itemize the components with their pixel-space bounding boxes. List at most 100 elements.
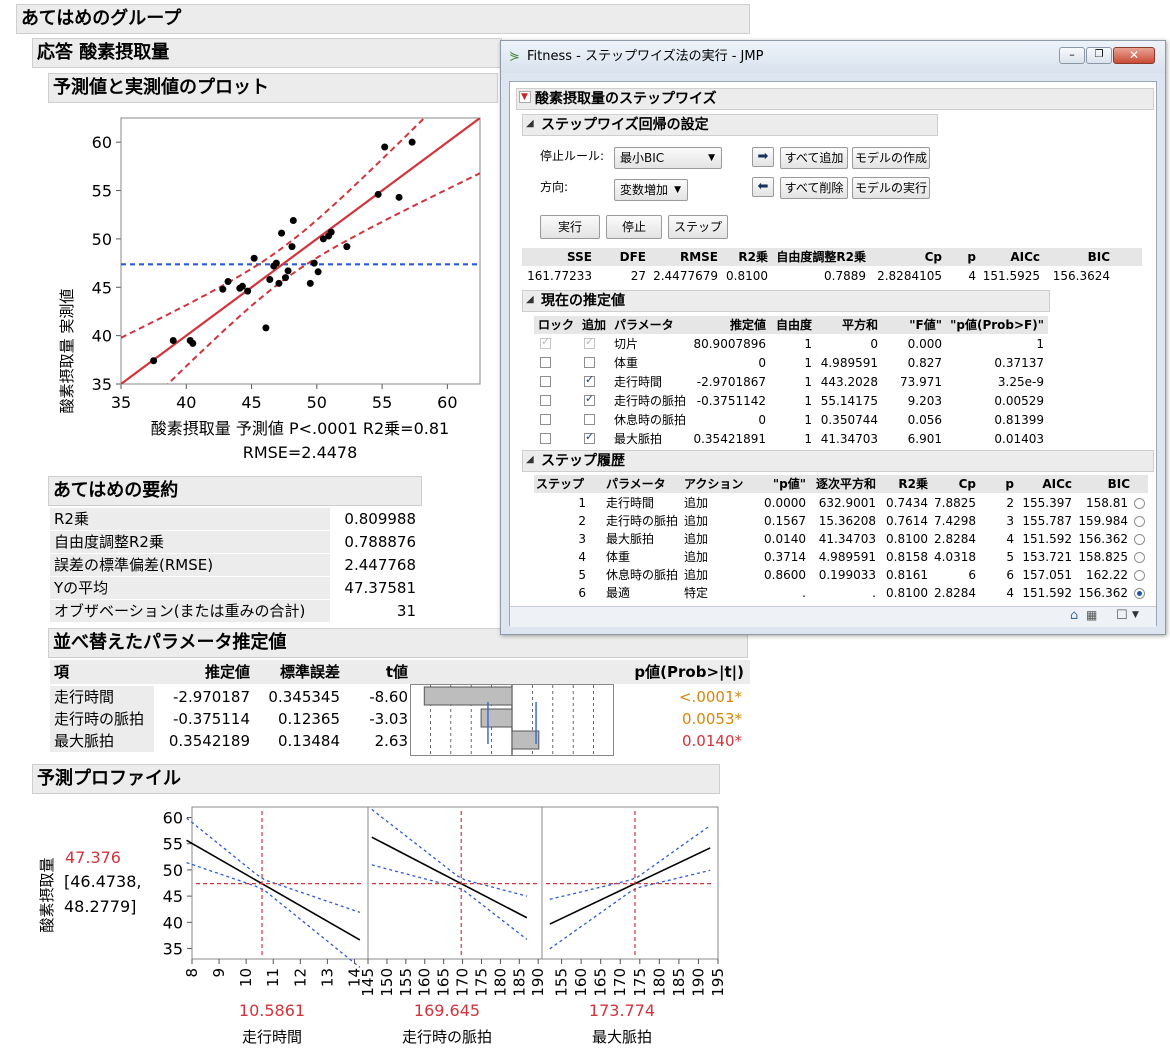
profiler-x-tick-label: 10 xyxy=(237,968,255,987)
params-col-header: 標準誤差 xyxy=(279,663,340,681)
param-estimate: -2.970187 xyxy=(173,688,250,706)
history-bic-value: 156.362 xyxy=(1078,586,1128,600)
selection-box-icon[interactable]: ☐ xyxy=(1116,608,1128,623)
enter-checkbox[interactable] xyxy=(584,335,595,349)
history-col-header: BIC xyxy=(1107,477,1130,491)
window-title: Fitness - ステップワイズ法の実行 - JMP xyxy=(527,49,764,64)
data-point xyxy=(395,193,403,201)
data-point xyxy=(238,282,246,290)
profiler-title[interactable]: 予測プロファイル xyxy=(32,764,720,794)
enter-checkbox[interactable] xyxy=(584,373,595,387)
step-history-header[interactable]: ステップ履歴 xyxy=(522,450,1154,472)
current-p-value: 0.01403 xyxy=(994,432,1044,446)
remove-all-button[interactable]: すべて削除 xyxy=(780,177,848,199)
go-button[interactable]: 実行 xyxy=(540,215,600,239)
lock-checkbox[interactable] xyxy=(540,357,551,368)
profiler-y-tick-label: 55 xyxy=(163,835,183,854)
current-f-value: 6.901 xyxy=(907,432,942,446)
x-axis-ticks: 35 40 45 50 55 60 xyxy=(111,384,458,412)
stepwise-section-header[interactable]: 酸素摂取量のステップワイズ xyxy=(516,88,1154,110)
make-model-button[interactable]: モデルの作成 xyxy=(852,147,930,169)
history-radio-button[interactable] xyxy=(1134,552,1145,563)
maximize-button[interactable]: ❐ xyxy=(1086,47,1112,64)
summary-label: オブザベーション(または重みの合計) xyxy=(50,600,330,622)
current-estimates-header[interactable]: 現在の推定値 xyxy=(522,290,1050,312)
param-std-error: 0.13484 xyxy=(277,732,340,750)
history-radio-button[interactable] xyxy=(1134,516,1145,527)
history-radio-button[interactable] xyxy=(1134,588,1145,599)
step-button[interactable]: ステップ xyxy=(668,215,728,239)
enter-all-arrow-button[interactable]: ➡ xyxy=(752,147,774,167)
profiler-current-value: 173.774 xyxy=(589,1001,655,1020)
x-tick-label: 40 xyxy=(176,393,196,412)
profiler-ci-lower: [46.4738, xyxy=(64,872,142,891)
window-titlebar[interactable]: ⋟ Fitness - ステップワイズ法の実行 - JMP – ❐ ✕ xyxy=(501,41,1165,73)
profiler-panel: 145 150 155 160 165 170 175 180 185 190 169.645 走行時… xyxy=(359,806,547,1046)
settings-section-header[interactable]: ステップワイズ回帰の設定 xyxy=(522,114,938,136)
param-estimate: 0.3542189 xyxy=(168,732,250,750)
history-bic-value: 162.22 xyxy=(1086,568,1128,582)
lock-checkbox[interactable] xyxy=(540,376,551,387)
collapse-triangle-icon[interactable]: ◢ xyxy=(526,454,534,465)
response-header[interactable]: 応答 酸素摂取量 xyxy=(32,38,502,68)
red-triangle-menu-icon[interactable]: ▼ xyxy=(519,91,531,103)
minimize-button[interactable]: – xyxy=(1059,47,1085,64)
profiler-y-ticks: 60 55 50 45 40 35 xyxy=(163,808,192,959)
profiler-ylabel: 酸素摂取量 xyxy=(38,857,56,932)
enter-checkbox[interactable] xyxy=(584,392,595,406)
param-std-error: 0.345345 xyxy=(268,688,340,706)
stop-rule-dropdown[interactable]: 最小BIC ▼ xyxy=(614,147,722,169)
y-axis-label: 酸素摂取量 実測値 xyxy=(58,289,76,414)
collapse-triangle-icon[interactable]: ◢ xyxy=(526,118,534,129)
collapse-triangle-icon[interactable]: ◢ xyxy=(526,294,534,305)
lock-checkbox[interactable] xyxy=(540,335,551,349)
enter-checkbox[interactable] xyxy=(584,430,595,444)
fit-line xyxy=(121,118,480,384)
profiler-x-tick-label: 8 xyxy=(183,968,201,978)
y-tick-label: 60 xyxy=(92,133,112,152)
history-step: 1 xyxy=(578,496,586,510)
direction-dropdown[interactable]: 変数増加 ▼ xyxy=(614,179,688,201)
history-step: 4 xyxy=(578,550,586,564)
remove-all-arrow-button[interactable]: ⬅ xyxy=(752,177,774,197)
profiler-x-tick-label: 11 xyxy=(264,968,282,987)
current-f-value: 0.056 xyxy=(907,413,942,427)
history-param: 最適 xyxy=(606,586,631,600)
confidence-band-lower xyxy=(166,172,480,384)
stop-button[interactable]: 停止 xyxy=(606,215,662,239)
summary-title[interactable]: あてはめの要約 xyxy=(48,476,422,506)
enter-checkbox[interactable] xyxy=(584,414,595,425)
profiler-x-tick-label: 160 xyxy=(572,968,590,997)
lock-checkbox[interactable] xyxy=(540,395,551,406)
status-dropdown-icon[interactable]: ▼ xyxy=(1132,610,1139,620)
current-param-name: 走行時間 xyxy=(614,375,663,389)
table-icon[interactable]: ▦ xyxy=(1086,608,1097,622)
param-p-value: 0.0053* xyxy=(682,710,742,728)
profiler-x-tick-label: 185 xyxy=(510,968,528,997)
data-point xyxy=(266,276,274,284)
history-col-header: パラメータ xyxy=(606,477,666,491)
run-model-button[interactable]: モデルの実行 xyxy=(852,177,930,199)
enter-checkbox[interactable] xyxy=(584,357,595,368)
history-param: 最大脈拍 xyxy=(606,532,655,546)
profiler-x-tick-label: 155 xyxy=(397,968,415,997)
actual-pred-title[interactable]: 予測値と実測値のプロット xyxy=(48,73,498,103)
param-p-value: 0.0140* xyxy=(682,732,742,750)
param-p-value: <.0001* xyxy=(678,688,742,706)
data-point xyxy=(408,138,416,146)
lock-checkbox[interactable] xyxy=(540,414,551,425)
history-radio-button[interactable] xyxy=(1134,498,1145,509)
group-title[interactable]: あてはめのグループ xyxy=(16,4,750,34)
history-radio-button[interactable] xyxy=(1134,534,1145,545)
profiler-x-tick-label: 190 xyxy=(529,968,547,997)
current-col-header: 追加 xyxy=(582,318,607,332)
profiler-panel-frame xyxy=(191,806,369,960)
home-icon[interactable]: ⌂ xyxy=(1070,608,1078,623)
history-action: 追加 xyxy=(684,532,709,546)
profiler-panel: 155 160 165 170 175 180 185 190 195 173.774 最大脈拍 xyxy=(541,806,727,1046)
close-button[interactable]: ✕ xyxy=(1113,47,1155,64)
x-tick-label: 50 xyxy=(307,393,327,412)
history-radio-button[interactable] xyxy=(1134,570,1145,581)
enter-all-button[interactable]: すべて追加 xyxy=(780,147,848,169)
lock-checkbox[interactable] xyxy=(540,433,551,444)
